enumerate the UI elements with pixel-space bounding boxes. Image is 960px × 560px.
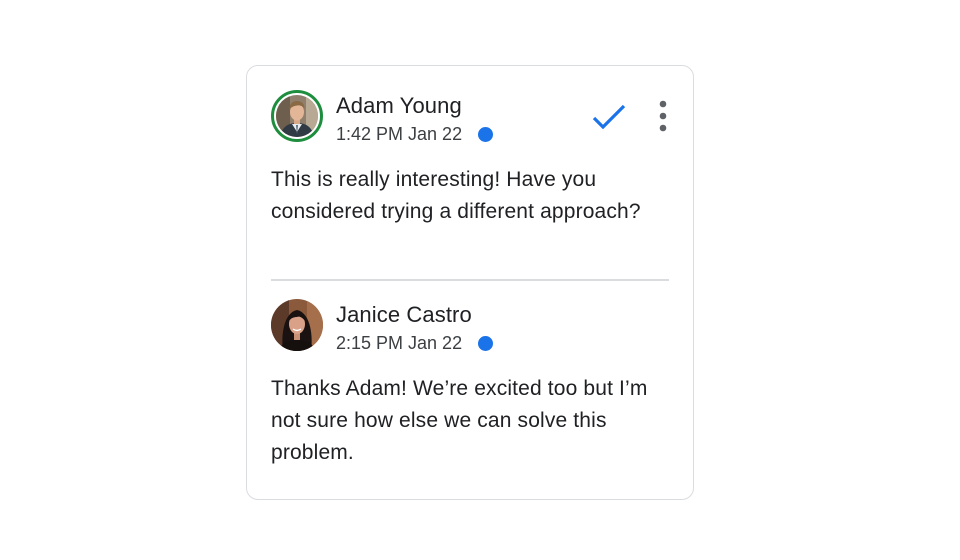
comment-body: Thanks Adam! We’re excited too but I’m n… <box>271 377 648 464</box>
unread-dot-icon <box>478 336 494 351</box>
comment-timestamp-row: 2:15 PM Jan 22 <box>336 333 494 354</box>
comment-header: Adam Young 1:42 PM Jan 22 <box>271 90 669 145</box>
comment-timestamp: 1:42 PM Jan 22 <box>336 124 463 144</box>
resolve-button[interactable] <box>591 102 627 132</box>
comment-adam: Adam Young 1:42 PM Jan 22 This is really… <box>271 90 669 223</box>
author-name: Adam Young <box>336 93 462 118</box>
comment-body: This is really interesting! Have you con… <box>271 168 641 223</box>
comment-janice: Janice Castro 2:15 PM Jan 22 Thanks Adam… <box>271 299 669 464</box>
comment-header: Janice Castro 2:15 PM Jan 22 <box>271 299 669 354</box>
comment-timestamp-row: 1:42 PM Jan 22 <box>336 124 494 145</box>
checkmark-icon <box>592 104 626 130</box>
avatar-adam[interactable] <box>271 90 323 142</box>
more-vert-icon <box>659 100 667 132</box>
avatar-janice[interactable] <box>271 299 323 351</box>
comment-thread-card: Adam Young 1:42 PM Jan 22 This is really… <box>246 65 694 500</box>
author-name: Janice Castro <box>336 302 472 327</box>
comment-timestamp: 2:15 PM Jan 22 <box>336 333 463 353</box>
comment-divider <box>271 279 669 281</box>
unread-dot-icon <box>478 127 494 142</box>
avatar-photo-janice <box>271 299 323 351</box>
avatar-photo-adam <box>276 95 318 137</box>
more-options-button[interactable] <box>653 98 673 136</box>
